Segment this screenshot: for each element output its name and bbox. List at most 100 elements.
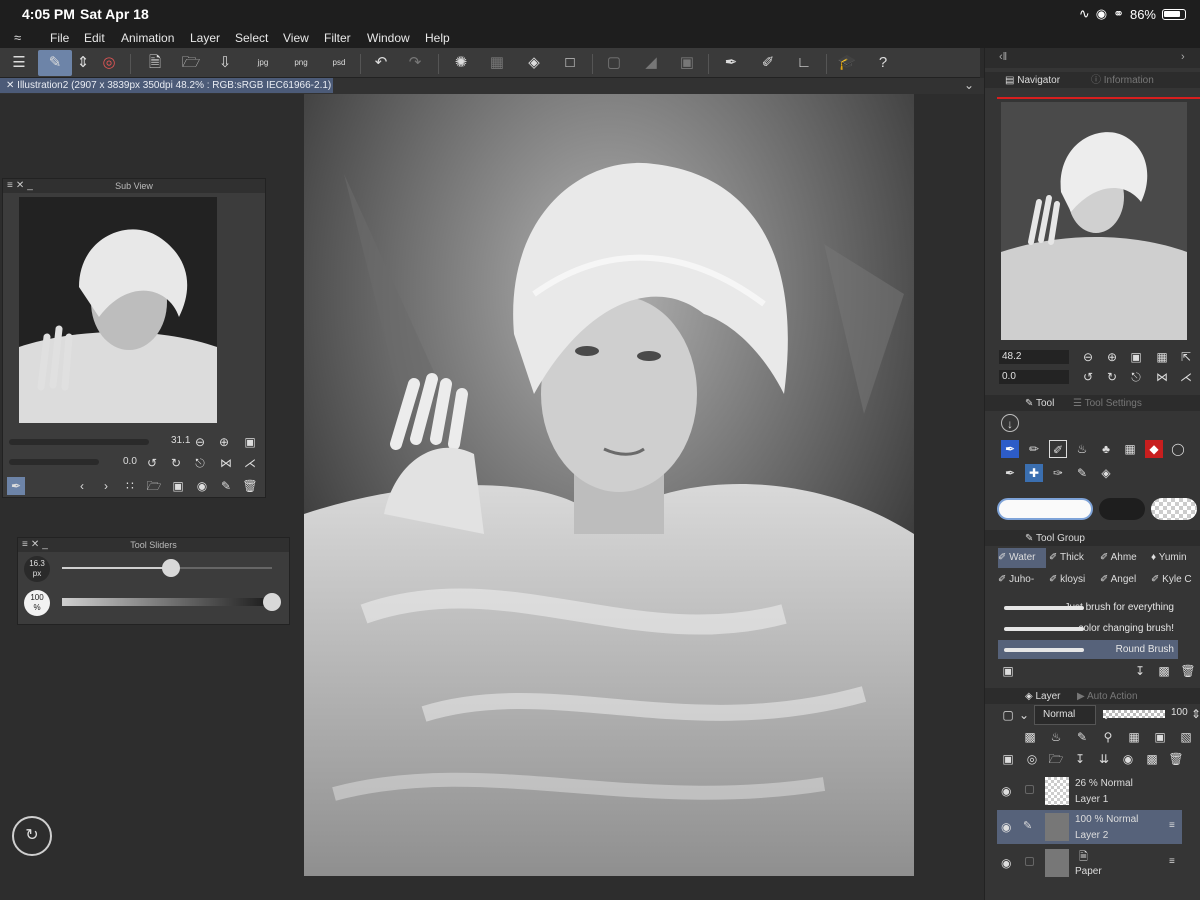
airbrush-tool-icon[interactable]: ♨ [1073, 440, 1091, 458]
transfer-down-icon[interactable]: ↧ [1071, 750, 1089, 768]
menu-window[interactable]: Window [367, 31, 410, 45]
tutorial-icon[interactable]: 🎓 [836, 52, 858, 74]
main-color-swatch[interactable] [997, 498, 1093, 520]
trash-icon[interactable]: 🗑 [241, 477, 259, 495]
trash-icon[interactable]: 🗑 [1167, 750, 1185, 768]
eyedropper-tool-icon[interactable]: ✒ [1001, 464, 1019, 482]
smooth-icon[interactable]: ✐ [757, 52, 779, 74]
tab-information[interactable]: ⓘ Information [1085, 74, 1160, 88]
snap-icon[interactable]: ◎ [98, 52, 120, 74]
menu-view[interactable]: View [283, 31, 309, 45]
flip-vertical-icon[interactable]: ⋌ [1177, 368, 1195, 386]
camera-icon[interactable]: ◉ [193, 477, 211, 495]
merge-down-icon[interactable]: ⇊ [1095, 750, 1113, 768]
navigator-preview[interactable] [1001, 102, 1187, 340]
tab-tool-settings[interactable]: ☰ Tool Settings [1067, 397, 1148, 411]
clipping-icon[interactable]: ▩ [1021, 728, 1039, 746]
loading-icon[interactable]: ✺ [450, 52, 472, 74]
fit-screen-icon[interactable]: ▦ [1153, 348, 1171, 366]
menu-edit[interactable]: Edit [84, 31, 105, 45]
zoom-out-icon[interactable]: ⊖ [191, 433, 209, 451]
menu-layer[interactable]: Layer [190, 31, 220, 45]
clear-selection-icon[interactable]: ▢ [603, 52, 625, 74]
select-icon[interactable]: ▣ [676, 52, 698, 74]
sub-color-swatch[interactable] [1099, 498, 1145, 520]
brush-preset-color-changing[interactable]: color changing brush! [998, 619, 1178, 638]
opacity-slider[interactable] [62, 593, 281, 611]
export-psd-icon[interactable]: psd [328, 52, 350, 74]
brush-tool-icon[interactable]: ✐ [1049, 440, 1067, 458]
layer-row[interactable]: ◉ ✎ 100 % Normal Layer 2 ≡ [997, 810, 1182, 844]
crop-icon[interactable]: □ [559, 52, 581, 74]
close-tab-icon[interactable]: ✕ [6, 80, 14, 91]
decoration-tool-icon[interactable]: ♣ [1097, 440, 1115, 458]
zoom-out-icon[interactable]: ⊖ [1079, 348, 1097, 366]
dock-expand-icon[interactable]: › [1181, 51, 1185, 63]
rotate-left-icon[interactable]: ↺ [1079, 368, 1097, 386]
full-screen-icon[interactable]: ⇱ [1177, 348, 1195, 366]
panel-controls-icon[interactable]: ≡✕_ [7, 179, 36, 193]
tool-group-item-ahme[interactable]: ✐ Ahme [1100, 548, 1148, 568]
dock-collapse-icon[interactable]: ‹‖ [999, 51, 1007, 63]
actual-size-icon[interactable]: ▣ [1127, 348, 1145, 366]
eye-icon[interactable]: ◉ [1001, 856, 1011, 870]
fill-icon[interactable]: ◈ [523, 52, 545, 74]
rotation-slider[interactable] [9, 459, 99, 465]
smudge-tool-icon[interactable]: ✎ [1073, 464, 1091, 482]
document-tab[interactable]: ✕ Illustration2 (2907 x 3839px 350dpi 48… [0, 78, 333, 93]
brush-preset-round-brush[interactable]: Round Brush [998, 640, 1178, 659]
help-icon[interactable]: ? [872, 52, 894, 74]
brush-preset-just-brush[interactable]: Just brush for everything [998, 598, 1178, 617]
rotate-canvas-icon[interactable]: ↻ [12, 816, 52, 856]
flip-horizontal-icon[interactable]: ⋈ [217, 454, 235, 472]
zoom-in-icon[interactable]: ⊕ [1103, 348, 1121, 366]
opacity-slider-knob[interactable] [263, 593, 281, 611]
transform-icon[interactable]: ▦ [486, 52, 508, 74]
size-slider-knob[interactable] [162, 559, 181, 577]
fit-view-icon[interactable]: ▣ [241, 433, 259, 451]
navigator-zoom-field[interactable]: 48.2 [999, 350, 1069, 364]
new-raster-layer-icon[interactable]: ▣ [999, 750, 1017, 768]
invert-icon[interactable]: ◢ [640, 52, 662, 74]
eyedropper-icon[interactable]: ✒ [7, 477, 25, 495]
tool-group-item-kyle[interactable]: ✐ Kyle C [1151, 570, 1199, 590]
previous-icon[interactable]: ‹ [73, 477, 91, 495]
menu-file[interactable]: File [50, 31, 69, 45]
draft-icon[interactable]: ✎ [1073, 728, 1091, 746]
edit-icon[interactable]: ✎ [217, 477, 235, 495]
reference-icon[interactable]: ♨ [1047, 728, 1065, 746]
chevron-down-icon[interactable]: ⌄ [1015, 706, 1033, 724]
layer-color-icon[interactable]: ▧ [1177, 728, 1195, 746]
menu-icon[interactable]: ☰ [8, 52, 30, 74]
blend-tool-icon[interactable]: ▦ [1121, 440, 1139, 458]
tool-group-item-juho[interactable]: ✐ Juho- [998, 570, 1046, 590]
flip-vertical-icon[interactable]: ⋌ [241, 454, 259, 472]
import-icon[interactable]: ▣ [169, 477, 187, 495]
mask-icon[interactable]: ▣ [1151, 728, 1169, 746]
pen-icon[interactable]: ✒ [720, 52, 742, 74]
reset-rotation-icon[interactable]: ⎋ [1127, 368, 1145, 386]
menu-select[interactable]: Select [235, 31, 268, 45]
app-logo-icon[interactable]: ≈ [14, 30, 32, 46]
flip-horizontal-icon[interactable]: ⋈ [1153, 368, 1171, 386]
reset-rotation-icon[interactable]: ⎋ [191, 454, 209, 472]
next-icon[interactable]: › [97, 477, 115, 495]
undo-icon[interactable]: ↶ [370, 52, 392, 74]
trash-icon[interactable]: 🗑 [1179, 662, 1197, 680]
tool-group-item-thick[interactable]: ✐ Thick [1049, 548, 1097, 568]
drawing-canvas[interactable] [304, 94, 914, 876]
apply-mask-icon[interactable]: ▩ [1143, 750, 1161, 768]
pencil-tool-icon[interactable]: ✏ [1025, 440, 1043, 458]
sub-tool-settings-icon[interactable]: ▣ [999, 662, 1017, 680]
navigator-rotation-field[interactable]: 0.0 [999, 370, 1069, 384]
drag-handle-icon[interactable]: ≡ [1169, 856, 1175, 867]
pen-tool-icon[interactable]: ✒ [1001, 440, 1019, 458]
pen-edit-icon[interactable]: ✎ [1023, 819, 1032, 832]
tool-group-item-kloysi[interactable]: ✐ kloysi [1049, 570, 1097, 590]
layer-row[interactable]: ◉ 🗎 Paper ≡ [997, 846, 1182, 880]
open-folder-icon[interactable]: 🗁 [180, 52, 202, 74]
up-down-icon[interactable]: ⇕ [1187, 705, 1200, 723]
lock-checkbox[interactable] [1025, 857, 1034, 866]
menu-help[interactable]: Help [425, 31, 450, 45]
reference-image[interactable] [19, 197, 217, 423]
